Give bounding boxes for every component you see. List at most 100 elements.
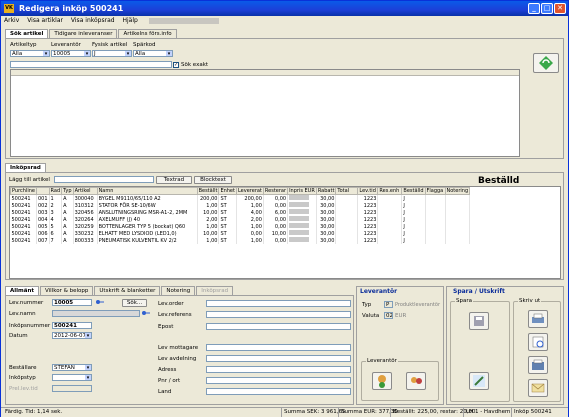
supplier-info-button[interactable] [372,372,392,390]
column-header[interactable]: Total [335,187,359,195]
menu-hjalp[interactable]: Hjälp [119,16,140,26]
sok-button[interactable]: Sök... [122,299,147,307]
column-header[interactable]: Beställt [196,187,220,195]
leverantor-select[interactable]: 10005 [51,50,91,57]
refresh-button[interactable] [533,53,559,73]
menu-visa-artiklar[interactable]: Visa artiklar [24,16,66,26]
save-button[interactable] [469,312,489,330]
adress-input[interactable] [206,366,351,373]
search-results-grid[interactable] [10,69,520,157]
table-cell: 30,00 [316,202,337,209]
table-row[interactable]: 500241 004 4 A 320264 AXELMUFF (J) 40 2,00 ST 2,… [10,216,471,223]
artikeltyp-select[interactable]: Alla [10,50,50,57]
fax-button[interactable] [528,356,548,374]
column-header[interactable]: Beställd [401,187,426,195]
tab-allmant[interactable]: Allmänt [5,286,40,295]
table-cell: 7 [49,237,63,244]
levnamn-label: Lev.namn [9,311,36,317]
column-header[interactable]: Artikel [72,187,98,195]
table-cell: ST [218,194,237,202]
close-button[interactable]: ✕ [554,3,566,14]
levnummer-input[interactable]: 10005 [52,299,92,306]
column-header[interactable]: Res.enh [377,187,403,195]
bestallare-select[interactable]: STEFAN [52,364,92,371]
status-ready: Färdig. Tid: 1,14 sek. [5,409,63,415]
email-button[interactable] [528,379,548,397]
fysisk-artikel-select[interactable]: J [92,50,132,57]
table-cell [425,216,446,223]
tab-sok-artikel[interactable]: Sök artikel [5,29,49,38]
levmottagare-input[interactable] [206,344,351,351]
table-row[interactable]: 500241 006 6 A 330232 ELHATT MED LYSDIOD (LED… [10,230,471,237]
tab-artikelns-fors-info[interactable]: Artikelns förs.info [118,29,177,38]
table-cell: J [401,223,426,230]
column-header[interactable]: Notering [444,187,471,195]
tab-inkopsrad[interactable]: Inköpsrad [5,163,46,172]
column-header[interactable] [36,187,50,195]
lagg-till-artikel-input[interactable] [54,176,154,183]
table-cell: 330232 [73,230,98,237]
table-row[interactable]: 500241 005 5 A 320259 BOTTENLAGER TYP 5 (bock… [10,223,471,230]
menu-visa-inkopsrad[interactable]: Visa inköpsrad [68,16,118,26]
table-cell: ST [218,237,237,244]
tab-utskrift-blanketter[interactable]: Utskrift & blanketter [94,286,161,295]
menu-arkiv[interactable]: Arkiv [1,16,22,26]
preview-icon [532,336,544,348]
sparkod-select[interactable]: Alla [133,50,173,57]
levreferens-input[interactable] [206,311,351,318]
textrad-button[interactable]: Textrad [156,176,192,184]
levreferens-label: Lev.referens [158,312,192,318]
column-header[interactable]: Levererat [235,187,264,195]
land-input[interactable] [206,388,351,395]
table-cell [377,202,403,209]
datum-select[interactable]: 2012-06-07 [52,332,92,339]
column-header[interactable]: Rad [48,187,63,195]
preliminar-input[interactable] [52,385,92,392]
table-cell: 200,00 [236,194,264,202]
sok-exakt-checkbox[interactable]: ✓ [173,62,179,68]
table-cell: 0,00 [263,202,289,209]
menu-bar: Arkiv Visa artiklar Visa inköpsrad Hjälp [1,16,568,26]
search-input[interactable] [10,61,172,68]
key-icon-2[interactable] [142,310,150,317]
tab-inkopsrad-bottom[interactable]: Inköpsrad [196,286,234,295]
minimize-button[interactable]: _ [528,3,540,14]
column-header[interactable]: Flagga [424,187,446,195]
key-icon[interactable] [96,299,104,306]
column-header[interactable]: Inpris EUR [287,187,317,195]
table-row[interactable]: 500241 002 2 A 310312 STATOR FÖR SE-10/6W 1,00… [10,202,471,209]
preview-button[interactable] [528,333,548,351]
blocktext-button[interactable]: Blocktext [194,176,232,184]
table-row[interactable]: 500241 001 1 A 300040 BYGEL M9110/65/110 A2 20… [10,194,471,202]
table-row[interactable]: 500241 007 7 A 800333 PNEUMATISK KULVENTIL KV… [10,237,471,244]
levorder-input[interactable] [206,300,351,307]
column-header[interactable]: Namn [96,187,198,195]
column-header[interactable]: Typ [61,187,74,195]
maximize-button[interactable]: □ [541,3,553,14]
tab-notering[interactable]: Notering [161,286,196,295]
table-cell: A [61,237,74,244]
tab-tidigare-inleveranser[interactable]: Tidigare inleveranser [49,29,118,38]
inkopsrad-grid[interactable]: Purchline Rad Typ Artikel Namn Beställt Enhet L… [9,186,561,279]
column-header[interactable]: Resterar [262,187,289,195]
tab-villkor-belopp[interactable]: Villkor & belopp [40,286,94,295]
levavdelning-input[interactable] [206,355,351,362]
epost-input[interactable] [206,323,351,330]
pnr-ort-input[interactable] [206,377,351,384]
table-cell [445,194,471,202]
spara-group: Spara [450,298,510,402]
table-cell: BOTTENLAGER TYP 5 (bockat) Q60 [97,223,198,230]
print-button[interactable] [528,310,548,328]
column-header[interactable]: Rabatt [315,187,337,195]
inkopsnummer-input[interactable]: 500241 [52,322,92,329]
edit-button[interactable] [469,372,489,390]
table-row[interactable]: 500241 003 3 A 320456 ANSLUTNINGSRING MSR-A1-… [10,209,471,216]
supplier-contacts-button[interactable] [406,372,426,390]
inkopstyp-select[interactable] [52,374,92,381]
column-header[interactable]: Lev.tid [357,187,379,195]
table-cell: ST [218,209,237,216]
levnamn-input[interactable] [52,310,140,317]
table-cell: 320264 [73,216,98,223]
column-header[interactable]: Enhet [218,187,237,195]
column-header[interactable]: Purchline [10,187,37,195]
